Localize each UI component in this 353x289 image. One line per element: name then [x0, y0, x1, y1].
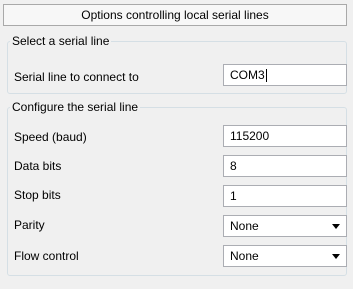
parity-select[interactable]: None	[223, 215, 347, 237]
serial-line-label: Serial line to connect to	[14, 70, 139, 84]
configure-serial-line-legend: Configure the serial line	[12, 100, 139, 114]
flow-control-select[interactable]: None	[223, 245, 347, 267]
parity-label: Parity	[14, 218, 45, 232]
data-bits-input[interactable]: 8	[223, 155, 347, 177]
panel-header: Options controlling local serial lines	[3, 4, 347, 26]
data-bits-label: Data bits	[14, 159, 62, 173]
chevron-down-icon	[332, 223, 340, 229]
stop-bits-label: Stop bits	[14, 188, 61, 202]
serial-line-input[interactable]: COM3	[223, 64, 347, 86]
stop-bits-input[interactable]: 1	[223, 185, 347, 207]
panel-title: Options controlling local serial lines	[81, 8, 269, 22]
speed-input[interactable]: 115200	[223, 125, 347, 147]
speed-label: Speed (baud)	[14, 130, 87, 144]
select-serial-line-legend: Select a serial line	[12, 34, 110, 48]
chevron-down-icon	[332, 253, 340, 259]
flow-control-label: Flow control	[14, 249, 79, 263]
